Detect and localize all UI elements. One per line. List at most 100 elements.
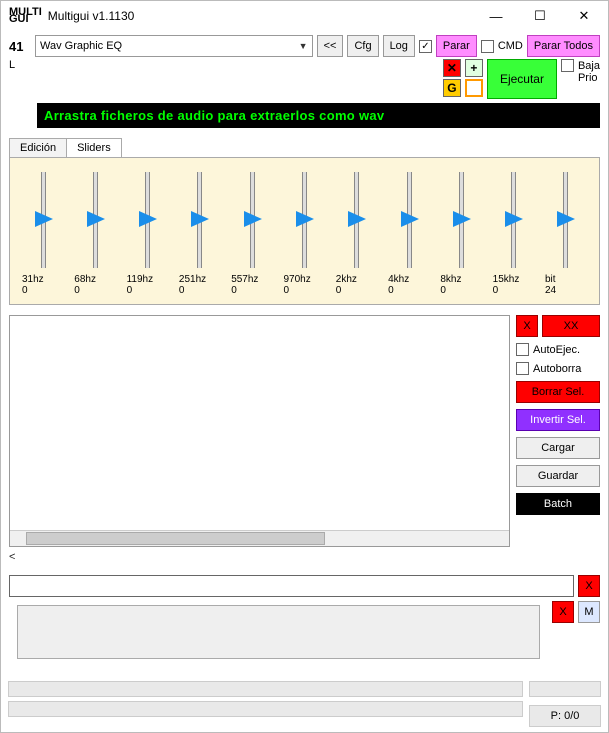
preset-combo[interactable]: Wav Graphic EQ ▼ — [35, 35, 313, 57]
slider-label: 557hz — [229, 274, 275, 285]
log-box[interactable] — [17, 605, 540, 659]
progress-bar-2 — [8, 701, 523, 717]
guardar-button[interactable]: Guardar — [516, 465, 600, 487]
baja-prio-checkbox[interactable] — [561, 59, 574, 72]
slider-thumb-icon[interactable] — [244, 211, 262, 227]
slider-track[interactable] — [302, 172, 307, 268]
slider-track[interactable] — [145, 172, 150, 268]
slider-thumb-icon[interactable] — [191, 211, 209, 227]
slider-thumb-icon[interactable] — [453, 211, 471, 227]
chevron-down-icon: ▼ — [299, 41, 308, 51]
slider-value: 0 — [334, 285, 380, 296]
tab-sliders[interactable]: Sliders — [66, 138, 122, 157]
slider-557hz: 557hz0 — [229, 172, 275, 296]
slider-label: 970hz — [281, 274, 327, 285]
slider-label: 2khz — [334, 274, 380, 285]
slider-68hz: 68hz0 — [72, 172, 118, 296]
slider-track[interactable] — [407, 172, 412, 268]
tab-edicion[interactable]: Edición — [9, 138, 67, 157]
close-small-button[interactable]: ✕ — [443, 59, 461, 77]
ejecutar-button[interactable]: Ejecutar — [487, 59, 557, 99]
slider-thumb-icon[interactable] — [296, 211, 314, 227]
maximize-button[interactable]: ☐ — [518, 2, 562, 30]
horizontal-scrollbar[interactable] — [10, 530, 509, 546]
back-button[interactable]: << — [317, 35, 344, 57]
drop-banner: Arrastra ficheros de audio para extraerl… — [37, 103, 600, 128]
batch-button[interactable]: Batch — [516, 493, 600, 515]
borrar-sel-button[interactable]: Borrar Sel. — [516, 381, 600, 403]
cargar-button[interactable]: Cargar — [516, 437, 600, 459]
slider-label: 4khz — [386, 274, 432, 285]
slider-119hz: 119hz0 — [125, 172, 171, 296]
cfg-button[interactable]: Cfg — [347, 35, 378, 57]
slider-15khz: 15khz0 — [491, 172, 537, 296]
cmd-label: CMD — [498, 40, 523, 52]
pager-label: P: 0/0 — [529, 705, 601, 727]
slider-track[interactable] — [459, 172, 464, 268]
log-m-button[interactable]: M — [578, 601, 600, 623]
lt-label: < — [1, 551, 608, 563]
slider-thumb-icon[interactable] — [139, 211, 157, 227]
slider-thumb-icon[interactable] — [35, 211, 53, 227]
l-label: L — [9, 59, 31, 71]
slider-track[interactable] — [197, 172, 202, 268]
parar-todos-button[interactable]: Parar Todos — [527, 35, 600, 57]
slider-track[interactable] — [563, 172, 568, 268]
close-button[interactable]: ✕ — [562, 2, 606, 30]
slider-track[interactable] — [93, 172, 98, 268]
slider-track[interactable] — [354, 172, 359, 268]
minimize-button[interactable]: — — [474, 2, 518, 30]
log-x-button[interactable]: X — [552, 601, 574, 623]
slider-31hz: 31hz0 — [20, 172, 66, 296]
slider-thumb-icon[interactable] — [557, 211, 575, 227]
log-checkbox[interactable]: ✓ — [419, 40, 432, 53]
slider-label: 8khz — [438, 274, 484, 285]
slider-value: 0 — [72, 285, 118, 296]
g-button[interactable]: G — [443, 79, 461, 97]
slider-4khz: 4khz0 — [386, 172, 432, 296]
titlebar: MULTIGUI Multigui v1.1130 — ☐ ✕ — [1, 1, 608, 31]
cmd-checkbox[interactable] — [481, 40, 494, 53]
x-button[interactable]: X — [516, 315, 538, 337]
slider-track[interactable] — [250, 172, 255, 268]
slider-value: 0 — [229, 285, 275, 296]
xx-button[interactable]: XX — [542, 315, 600, 337]
slider-value: 0 — [125, 285, 171, 296]
parar-button[interactable]: Parar — [436, 35, 477, 57]
preset-combo-value: Wav Graphic EQ — [40, 40, 122, 52]
slider-value: 0 — [386, 285, 432, 296]
slider-label: 31hz — [20, 274, 66, 285]
slider-bit: bit24 — [543, 172, 589, 296]
slider-8khz: 8khz0 — [438, 172, 484, 296]
sliders-pane: 31hz068hz0119hz0251hz0557hz0970hz02khz04… — [9, 157, 600, 305]
file-list[interactable] — [9, 315, 510, 547]
invertir-sel-button[interactable]: Invertir Sel. — [516, 409, 600, 431]
slider-label: bit — [543, 274, 589, 285]
slider-track[interactable] — [511, 172, 516, 268]
slider-track[interactable] — [41, 172, 46, 268]
orange-box-button[interactable] — [465, 79, 483, 97]
window-title: Multigui v1.1130 — [48, 9, 474, 23]
log-button[interactable]: Log — [383, 35, 415, 57]
slider-thumb-icon[interactable] — [87, 211, 105, 227]
slider-thumb-icon[interactable] — [401, 211, 419, 227]
slider-label: 251hz — [177, 274, 223, 285]
slider-thumb-icon[interactable] — [505, 211, 523, 227]
slider-251hz: 251hz0 — [177, 172, 223, 296]
autoborra-checkbox[interactable] — [516, 362, 529, 375]
progress-bar-1b — [529, 681, 601, 697]
slider-thumb-icon[interactable] — [348, 211, 366, 227]
app-logo: MULTIGUI — [9, 9, 42, 23]
autoejec-checkbox[interactable] — [516, 343, 529, 356]
slider-value: 0 — [20, 285, 66, 296]
slider-value: 0 — [438, 285, 484, 296]
slider-label: 119hz — [125, 274, 171, 285]
slider-label: 68hz — [72, 274, 118, 285]
slider-value: 0 — [281, 285, 327, 296]
clear-input-button[interactable]: X — [578, 575, 600, 597]
tab-bar: Edición Sliders — [1, 138, 608, 157]
plus-button[interactable]: + — [465, 59, 483, 77]
toolbar: 41 Wav Graphic EQ ▼ << Cfg Log ✓ Parar C… — [1, 31, 608, 59]
slider-value: 24 — [543, 285, 589, 296]
command-input[interactable] — [9, 575, 574, 597]
